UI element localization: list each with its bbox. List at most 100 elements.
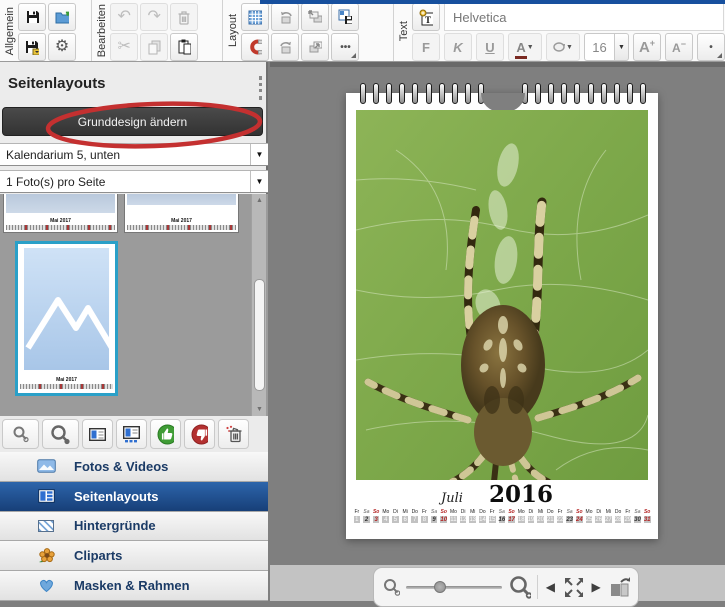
kalendarium-dropdown[interactable]: Kalendarium 5, unten ▼ bbox=[0, 143, 268, 166]
larger-thumbnails-button[interactable] bbox=[42, 419, 79, 449]
backgrounds-icon bbox=[36, 520, 56, 532]
save-layout-button[interactable] bbox=[331, 3, 359, 31]
cliparts-icon bbox=[36, 548, 56, 564]
discard-layout-button[interactable] bbox=[218, 419, 249, 449]
underline-label: U bbox=[485, 40, 494, 55]
underline-button[interactable]: U bbox=[476, 33, 504, 61]
toolbar-section-text: Text T Helvetica F K U A▼ ▼ 16 ▼ bbox=[394, 0, 725, 61]
day-number: 26 bbox=[594, 515, 603, 524]
day-number: 31 bbox=[643, 515, 652, 524]
undo-button[interactable]: ↶ bbox=[110, 3, 138, 31]
font-increase-button[interactable]: A+ bbox=[633, 33, 661, 61]
year-label: 2016 bbox=[489, 481, 553, 508]
layout-view-button[interactable] bbox=[82, 419, 113, 449]
save-layout-icon bbox=[338, 9, 352, 25]
redo-icon: ↷ bbox=[147, 9, 160, 25]
toolbar-section-general: Allgemein ⚙ bbox=[0, 0, 92, 61]
italic-label: K bbox=[453, 40, 462, 55]
toolbar-section-edit: Bearbeiten ↶ ✂ ↷ bbox=[92, 0, 223, 61]
sidebar-item-cliparts[interactable]: Cliparts bbox=[0, 541, 268, 571]
copy-icon bbox=[147, 40, 161, 55]
calendar-page[interactable]: Juli 2016 Fr1Sa2So3Mo4Di5Mi6Do7Fr8Sa9So1… bbox=[346, 93, 658, 539]
fill-color-button[interactable]: ▼ bbox=[546, 33, 580, 61]
day-cell: Do7 bbox=[410, 509, 420, 525]
spiral-ring bbox=[452, 83, 458, 104]
settings-button[interactable]: ⚙ bbox=[48, 33, 76, 61]
italic-button[interactable]: K bbox=[444, 33, 472, 61]
delete-button[interactable] bbox=[170, 3, 198, 31]
scroll-down-icon[interactable]: ▼ bbox=[252, 403, 267, 416]
grid-button[interactable] bbox=[241, 3, 269, 31]
copy-button[interactable] bbox=[140, 33, 168, 61]
day-cell: Do14 bbox=[478, 509, 488, 525]
like-layout-button[interactable] bbox=[150, 419, 181, 449]
redo-button[interactable]: ↷ bbox=[140, 3, 168, 31]
cut-button[interactable]: ✂ bbox=[110, 33, 138, 61]
save-as-button[interactable] bbox=[18, 33, 46, 61]
zoom-slider-track[interactable] bbox=[406, 586, 502, 589]
layout-thumbnail[interactable]: Mai 2017 bbox=[3, 194, 118, 233]
switch-view-icon[interactable] bbox=[609, 576, 630, 598]
smaller-thumbnails-button[interactable] bbox=[2, 419, 39, 449]
sidebar-item-hintergruende[interactable]: Hintergründe bbox=[0, 512, 268, 542]
zoom-out-icon[interactable] bbox=[382, 577, 400, 597]
day-cell: So10 bbox=[439, 509, 449, 525]
zoom-control-bar: ◀ ▶ bbox=[373, 567, 639, 607]
bold-button[interactable]: F bbox=[412, 33, 440, 61]
previous-page-icon[interactable]: ◀ bbox=[544, 580, 557, 594]
zoom-slider-knob[interactable] bbox=[434, 581, 446, 593]
day-number: 28 bbox=[614, 515, 623, 524]
panel-drag-handle[interactable] bbox=[259, 76, 262, 100]
insert-text-button[interactable]: T bbox=[412, 3, 440, 31]
day-cell: Do21 bbox=[545, 509, 555, 525]
font-decrease-button[interactable]: A− bbox=[665, 33, 693, 61]
day-number: 25 bbox=[585, 515, 594, 524]
open-button[interactable] bbox=[48, 3, 76, 31]
thumbnail-scrollbar[interactable]: ▲ ▼ bbox=[251, 194, 266, 416]
rotate-right-button[interactable] bbox=[271, 33, 299, 61]
more-text-button[interactable]: • bbox=[697, 33, 725, 61]
rotate-left-button[interactable] bbox=[271, 3, 299, 31]
layout-thumbnail[interactable]: Mai 2017 bbox=[124, 194, 239, 233]
scrollbar-thumb[interactable] bbox=[254, 279, 265, 391]
bring-forward-button[interactable] bbox=[301, 33, 329, 61]
scroll-up-icon[interactable]: ▲ bbox=[252, 194, 267, 207]
insert-text-icon: T bbox=[419, 9, 433, 26]
thumbnail-photo-placeholder bbox=[24, 248, 109, 370]
font-size-field[interactable]: 16 bbox=[584, 33, 614, 61]
day-number: 9 bbox=[430, 515, 439, 524]
window-accent-strip bbox=[260, 0, 725, 4]
zoom-out-small-icon bbox=[12, 425, 30, 443]
day-cell: Sa2 bbox=[362, 509, 372, 525]
mini-calendar-strip bbox=[6, 225, 115, 230]
next-page-icon[interactable]: ▶ bbox=[589, 580, 602, 594]
save-button[interactable] bbox=[18, 3, 46, 31]
photos-per-page-dropdown[interactable]: 1 Foto(s) pro Seite ▼ bbox=[0, 170, 268, 193]
day-cell: Mo11 bbox=[449, 509, 459, 525]
zoom-slider[interactable] bbox=[406, 580, 502, 594]
more-layout-button[interactable]: ••• bbox=[331, 33, 359, 61]
dislike-layout-button[interactable] bbox=[184, 419, 215, 449]
font-color-button[interactable]: A▼ bbox=[508, 33, 542, 61]
send-backward-button[interactable] bbox=[301, 3, 329, 31]
sidebar-item-seitenlayouts[interactable]: Seitenlayouts bbox=[0, 482, 268, 512]
section-label-general: Allgemein bbox=[2, 3, 18, 59]
spider-photo[interactable] bbox=[356, 110, 648, 480]
zoom-in-icon[interactable] bbox=[508, 574, 531, 600]
layout-details-view-button[interactable] bbox=[116, 419, 147, 449]
magnet-snap-button[interactable] bbox=[241, 33, 269, 61]
font-size-dropdown[interactable]: ▼ bbox=[614, 33, 629, 61]
sidebar-item-fotos-videos[interactable]: Fotos & Videos bbox=[0, 452, 268, 482]
change-base-design-button[interactable]: Grunddesign ändern bbox=[2, 107, 263, 136]
day-number: 12 bbox=[459, 515, 468, 524]
spiral-ring bbox=[360, 83, 366, 104]
sidebar-item-masken-rahmen[interactable]: Masken & Rahmen bbox=[0, 571, 268, 601]
font-family-field[interactable]: Helvetica bbox=[444, 3, 724, 31]
layout-thumbnail-selected[interactable]: Mai 2017 bbox=[15, 241, 118, 396]
fit-to-screen-icon[interactable] bbox=[563, 576, 583, 599]
day-number: 11 bbox=[449, 515, 458, 524]
sidebar-nav: Fotos & Videos Seitenlayouts Hintergründ… bbox=[0, 452, 268, 601]
day-cell: Di26 bbox=[594, 509, 604, 525]
paste-button[interactable] bbox=[170, 33, 198, 61]
thumbnail-caption: Mai 2017 bbox=[6, 218, 115, 224]
